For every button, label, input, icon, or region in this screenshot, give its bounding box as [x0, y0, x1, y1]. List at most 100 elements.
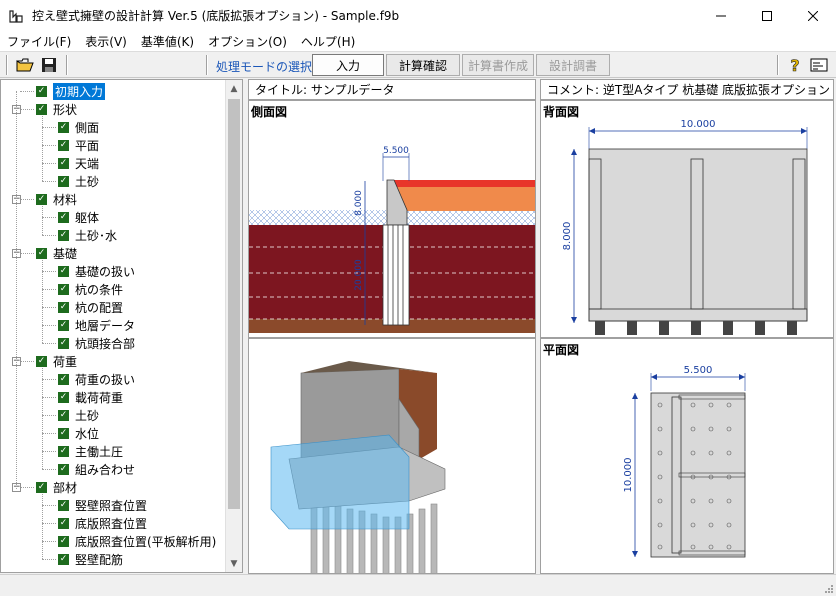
tree-connector: [42, 469, 56, 470]
mode-design-sheet-button[interactable]: 設計調書: [536, 54, 610, 76]
tree-item[interactable]: ✓ 天端: [58, 154, 99, 172]
checkbox-icon[interactable]: ✓: [58, 211, 69, 223]
tree-item[interactable]: ✓ 基礎の扱い: [58, 262, 135, 280]
checkbox-icon[interactable]: ✓: [58, 121, 69, 133]
tree-item-label: 水位: [75, 426, 100, 441]
tree-connector: [42, 289, 56, 290]
tree-item[interactable]: ✓ 底版照査位置(平板解析用): [58, 532, 216, 550]
plan-view-pane[interactable]: 平面図 5.500 10.000: [540, 338, 834, 574]
toolbar: 処理モードの選択 入力 計算確認 計算書作成 設計調書 ?: [0, 52, 836, 78]
back-view-pane[interactable]: 背面図 10.000 8.000: [540, 100, 834, 338]
tree-item-label: 載荷荷重: [75, 390, 124, 405]
tree-item[interactable]: ✓ 土砂: [58, 172, 99, 190]
checkbox-icon[interactable]: ✓: [58, 229, 69, 241]
checkbox-icon[interactable]: ✓: [58, 445, 69, 457]
checkbox-icon[interactable]: ✓: [58, 427, 69, 439]
menu-option[interactable]: オプション(O): [201, 33, 294, 50]
tree-scrollbar[interactable]: ▲ ▼: [225, 80, 242, 572]
tree-connector: [20, 253, 34, 254]
scrollbar-thumb[interactable]: [228, 99, 240, 509]
checkbox-icon[interactable]: ✓: [58, 139, 69, 151]
checkbox-icon[interactable]: ✓: [36, 103, 47, 115]
tree-item[interactable]: ✓ 側面: [58, 118, 99, 136]
tree-item-label: 地層データ: [75, 318, 136, 333]
checkbox-icon[interactable]: ✓: [58, 175, 69, 187]
tree-item[interactable]: ✓ 地層データ: [58, 316, 135, 334]
tree-category-item[interactable]: ✓ 初期入力: [36, 82, 106, 100]
tree-item-label: 杭の配置: [75, 300, 124, 315]
comment-info: コメント: 逆T型Aタイプ 杭基礎 底版拡張オプション: [540, 79, 834, 100]
checkbox-icon[interactable]: ✓: [58, 319, 69, 331]
tree-item[interactable]: ✓ 竪壁配筋: [58, 550, 123, 568]
side-view-pane[interactable]: 側面図 5.500 8.000 20.000: [248, 100, 536, 338]
checkbox-icon[interactable]: ✓: [58, 373, 69, 385]
scroll-up-icon[interactable]: ▲: [226, 80, 242, 97]
checkbox-icon[interactable]: ✓: [58, 463, 69, 475]
tree-connector: [20, 199, 34, 200]
tree-item[interactable]: ✓ 竪壁照査位置: [58, 496, 147, 514]
tree-item[interactable]: ✓ 主働土圧: [58, 442, 123, 460]
checkbox-icon[interactable]: ✓: [36, 481, 47, 493]
scroll-down-icon[interactable]: ▼: [226, 555, 242, 572]
back-wall: [588, 148, 808, 322]
help-button[interactable]: ?: [785, 55, 805, 75]
tree-item[interactable]: ✓ 躯体: [58, 208, 99, 226]
checkbox-icon[interactable]: ✓: [58, 265, 69, 277]
checkbox-icon[interactable]: ✓: [36, 355, 47, 367]
minimize-button[interactable]: [698, 0, 744, 31]
close-button[interactable]: [790, 0, 836, 31]
maximize-button[interactable]: [744, 0, 790, 31]
about-button[interactable]: [809, 55, 829, 75]
tree-item[interactable]: ✓ 平面: [58, 136, 99, 154]
tree-item-label: 組み合わせ: [75, 462, 136, 477]
tree-connector: [42, 163, 56, 164]
tree-connector: [20, 91, 34, 92]
checkbox-icon[interactable]: ✓: [36, 85, 47, 97]
mode-report-button[interactable]: 計算書作成: [462, 54, 534, 76]
plan-view-drawing: 5.500 10.000: [623, 365, 746, 558]
checkbox-icon[interactable]: ✓: [58, 391, 69, 403]
checkbox-icon[interactable]: ✓: [58, 535, 69, 547]
tree-item[interactable]: ✓ 杭の条件: [58, 280, 123, 298]
tree-item[interactable]: ✓ 組み合わせ: [58, 460, 135, 478]
tree-item[interactable]: ✓ 杭頭接合部: [58, 334, 135, 352]
checkbox-icon[interactable]: ✓: [58, 157, 69, 169]
tree-item-label: 平面: [75, 138, 100, 153]
tree-item[interactable]: ✓ 荷重の扱い: [58, 370, 135, 388]
checkbox-icon[interactable]: ✓: [36, 247, 47, 259]
tree-item[interactable]: ✓ 載荷荷重: [58, 388, 123, 406]
checkbox-icon[interactable]: ✓: [58, 283, 69, 295]
tree-item-label: 竪壁照査位置: [75, 498, 148, 513]
checkbox-icon[interactable]: ✓: [58, 409, 69, 421]
menu-file[interactable]: ファイル(F): [0, 33, 78, 50]
checkbox-icon[interactable]: ✓: [58, 337, 69, 349]
app-icon: [9, 9, 23, 23]
checkbox-icon[interactable]: ✓: [58, 499, 69, 511]
tree-connector: [20, 487, 34, 488]
tree-item-label: 部材: [53, 480, 78, 495]
save-button[interactable]: [39, 55, 59, 75]
tree-item[interactable]: ✓ 水位: [58, 424, 99, 442]
menu-view[interactable]: 表示(V): [78, 33, 134, 50]
checkbox-icon[interactable]: ✓: [58, 517, 69, 529]
perspective-view-pane[interactable]: [248, 338, 536, 574]
tree-item[interactable]: ✓ 杭の配置: [58, 298, 123, 316]
menu-bar: ファイル(F) 表示(V) 基準値(K) オプション(O) ヘルプ(H): [0, 31, 836, 52]
tree-item-label: 土砂･水: [75, 228, 118, 243]
tree-item[interactable]: ✓ 土砂: [58, 406, 99, 424]
tree-item[interactable]: ✓ 底版照査位置: [58, 514, 147, 532]
backfill-red: [387, 180, 535, 187]
checkbox-icon[interactable]: ✓: [58, 301, 69, 313]
tree-connector: [42, 271, 56, 272]
tree-item[interactable]: ✓ 土砂･水: [58, 226, 117, 244]
checkbox-icon[interactable]: ✓: [58, 553, 69, 565]
mode-input-button[interactable]: 入力: [312, 54, 384, 76]
mode-calc-check-button[interactable]: 計算確認: [386, 54, 460, 76]
backfill-orange: [387, 187, 535, 211]
resize-grip-icon[interactable]: [822, 582, 834, 594]
menu-standard[interactable]: 基準値(K): [134, 33, 201, 50]
open-button[interactable]: [15, 55, 35, 75]
tree-connector: [42, 181, 56, 182]
checkbox-icon[interactable]: ✓: [36, 193, 47, 205]
menu-help[interactable]: ヘルプ(H): [294, 33, 362, 50]
